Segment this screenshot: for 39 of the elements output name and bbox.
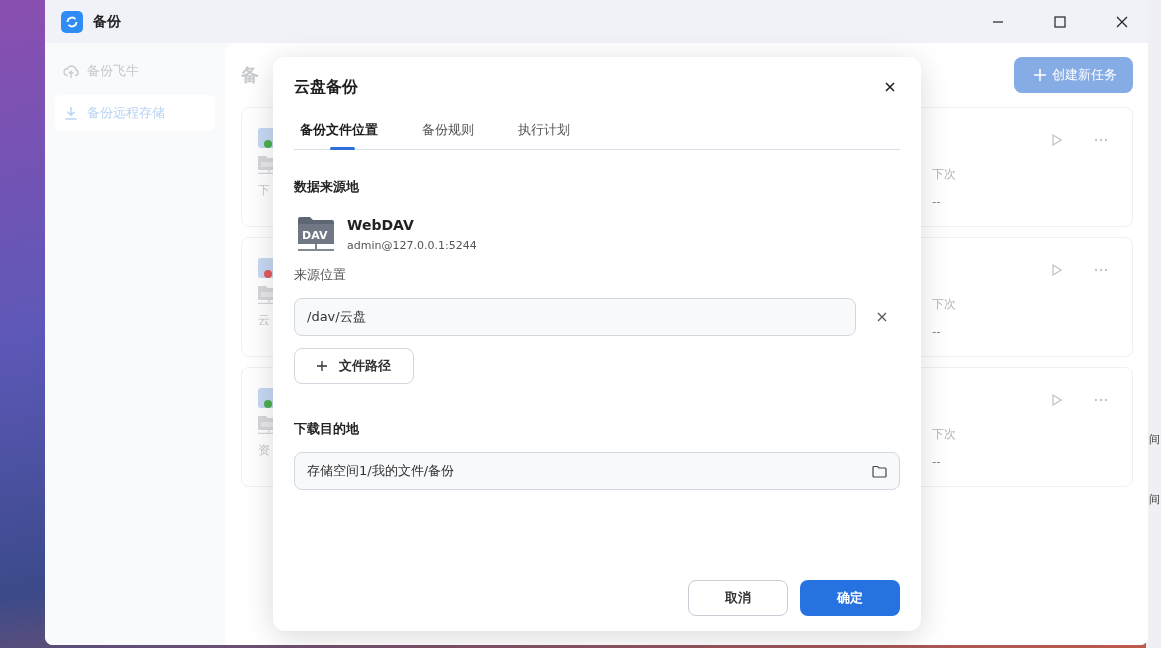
destination-field[interactable]: 存储空间1/我的文件/备份 — [294, 452, 900, 490]
next-run-label: 下次 — [932, 296, 957, 313]
next-run-value: -- — [932, 325, 942, 339]
cloud-upload-icon — [63, 63, 79, 79]
section-heading: 数据来源地 — [294, 178, 360, 196]
next-run-label: 下次 — [932, 166, 957, 183]
tab[interactable]: 备份规则 — [400, 117, 496, 149]
source-name: WebDAV — [347, 216, 415, 233]
play-icon[interactable] — [1052, 264, 1062, 276]
tab[interactable]: 执行计划 — [496, 117, 592, 149]
next-run-value: -- — [932, 195, 942, 209]
add-path-button[interactable]: 文件路径 — [294, 348, 414, 384]
folder-icon — [872, 464, 887, 478]
app-icon — [61, 10, 83, 33]
next-run-value: -- — [932, 455, 942, 469]
maximize-icon[interactable] — [1054, 15, 1066, 28]
download-icon — [63, 105, 79, 121]
cancel-button[interactable]: 取消 — [688, 580, 788, 616]
confirm-button[interactable]: 确定 — [800, 580, 900, 616]
section-heading: 下载目的地 — [294, 420, 360, 438]
more-icon[interactable] — [1094, 398, 1108, 402]
close-icon[interactable] — [885, 82, 895, 92]
field-label: 来源位置 — [294, 266, 347, 284]
close-icon[interactable] — [1116, 15, 1128, 28]
path-field[interactable]: /dav/云盘 — [294, 298, 856, 336]
next-run-label: 下次 — [932, 426, 957, 443]
dialog-title: 云盘备份 — [294, 76, 358, 98]
window-title: 备份 — [93, 12, 121, 31]
plus-icon — [1034, 69, 1046, 81]
more-icon[interactable] — [1094, 268, 1108, 272]
plus-icon — [317, 361, 327, 371]
tab[interactable]: 备份文件位置 — [294, 117, 400, 149]
close-icon[interactable] — [877, 312, 887, 322]
source-address: admin@127.0.0.1:5244 — [347, 238, 477, 252]
window-text: 间 — [1149, 432, 1160, 447]
more-icon[interactable] — [1094, 138, 1108, 142]
window-text: 间 — [1149, 492, 1160, 507]
play-icon[interactable] — [1052, 394, 1062, 406]
play-icon[interactable] — [1052, 134, 1062, 146]
